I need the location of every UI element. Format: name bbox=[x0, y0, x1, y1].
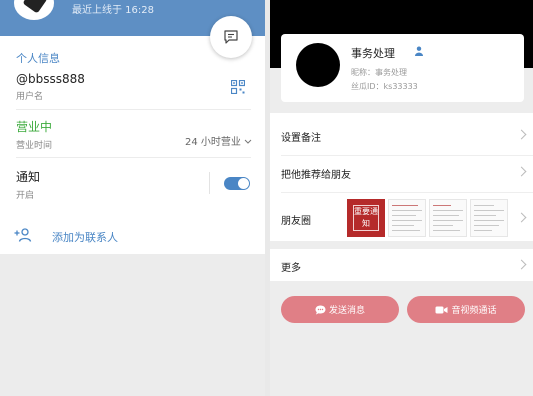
business-row[interactable]: 营业中 营业时间 bbox=[16, 118, 52, 151]
profile-card: 事务处理 昵称：事务处理 丝瓜ID：ks33333 bbox=[281, 34, 524, 102]
last-online-text: 最近上线于 16:28 bbox=[72, 5, 154, 16]
profile-id: 丝瓜ID：ks33333 bbox=[351, 82, 418, 91]
avatar[interactable] bbox=[296, 43, 340, 87]
more-label: 更多 bbox=[281, 263, 301, 274]
qr-code-icon[interactable] bbox=[231, 80, 245, 94]
divider bbox=[16, 109, 251, 110]
right-profile-panel: 事务处理 昵称：事务处理 丝瓜ID：ks33333 设置备注 把他推荐给朋友 朋… bbox=[270, 0, 533, 396]
business-hours-dropdown[interactable]: 24 小时营业 bbox=[185, 133, 252, 148]
profile-nickname: 昵称：事务处理 bbox=[351, 68, 407, 77]
recommend-row[interactable]: 把他推荐给朋友 bbox=[270, 158, 533, 186]
username-label: 用户名 bbox=[16, 92, 44, 102]
chat-icon bbox=[224, 30, 238, 44]
add-user-icon bbox=[14, 228, 32, 242]
chevron-right-icon bbox=[516, 259, 527, 270]
video-call-button[interactable]: 音视频通话 bbox=[407, 296, 525, 323]
chevron-down-icon bbox=[244, 139, 252, 144]
moment-thumbnail[interactable] bbox=[429, 199, 467, 237]
notify-row: 通知 开启 bbox=[16, 168, 40, 201]
username-value: @bbsss888 bbox=[16, 72, 85, 86]
video-call-label: 音视频通话 bbox=[451, 306, 497, 316]
recommend-label: 把他推荐给朋友 bbox=[281, 170, 351, 181]
moment-thumbnail[interactable] bbox=[388, 199, 426, 237]
notify-value: 开启 bbox=[16, 191, 35, 201]
left-profile-panel: 最近上线于 16:28 个人信息 @bbsss888 用户名 营业中 营业时间 … bbox=[0, 0, 265, 396]
chevron-right-icon bbox=[516, 212, 527, 223]
chevron-right-icon bbox=[516, 129, 527, 140]
more-row[interactable]: 更多 bbox=[270, 249, 533, 281]
send-message-button[interactable]: 发送消息 bbox=[281, 296, 399, 323]
moment-stamp-text: 重要通知 bbox=[353, 205, 379, 231]
video-call-icon bbox=[435, 306, 448, 313]
notify-toggle[interactable] bbox=[224, 177, 250, 190]
moments-label: 朋友圈 bbox=[281, 216, 311, 227]
message-button[interactable] bbox=[210, 16, 252, 58]
remark-row[interactable]: 设置备注 bbox=[270, 120, 533, 150]
moment-thumbnail[interactable]: 重要通知 bbox=[347, 199, 385, 237]
notify-label: 通知 bbox=[16, 170, 41, 184]
chevron-right-icon bbox=[516, 166, 527, 177]
chat-bubble-icon bbox=[315, 305, 326, 314]
divider bbox=[281, 155, 533, 156]
business-hours-value: 24 小时营业 bbox=[185, 137, 241, 148]
person-icon bbox=[415, 46, 423, 56]
username-row[interactable]: @bbsss888 用户名 bbox=[16, 72, 85, 102]
moments-thumbnails[interactable]: 重要通知 bbox=[347, 199, 511, 237]
send-message-label: 发送消息 bbox=[328, 306, 365, 316]
add-contact-row[interactable]: 添加为联系人 bbox=[0, 218, 265, 254]
add-contact-label: 添加为联系人 bbox=[52, 231, 118, 244]
divider bbox=[281, 192, 533, 193]
divider bbox=[16, 157, 251, 158]
business-hours-label: 营业时间 bbox=[16, 141, 53, 151]
avatar[interactable] bbox=[14, 0, 54, 20]
section-title-personal-info: 个人信息 bbox=[16, 52, 60, 65]
business-status: 营业中 bbox=[16, 120, 53, 134]
profile-name: 事务处理 bbox=[351, 47, 395, 60]
divider bbox=[209, 172, 210, 194]
remark-label: 设置备注 bbox=[281, 133, 321, 144]
moment-thumbnail[interactable] bbox=[470, 199, 508, 237]
